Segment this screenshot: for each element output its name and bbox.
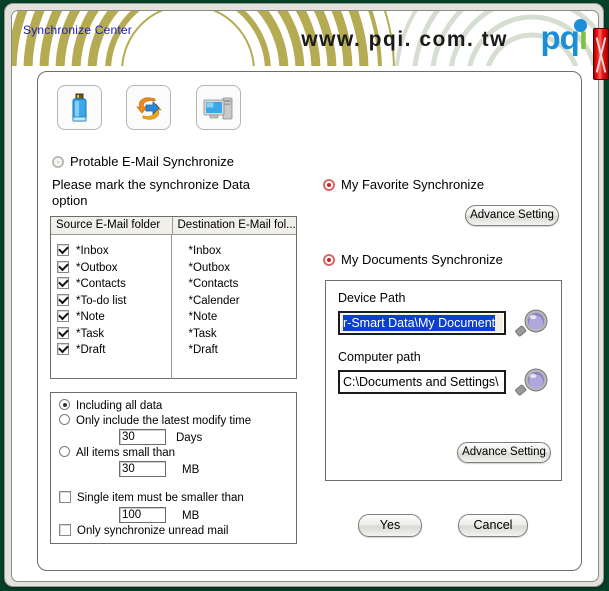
column-header-destination[interactable]: Destination E-Mail fol... bbox=[172, 217, 296, 234]
computer-path-label: Computer path bbox=[338, 350, 421, 364]
unread-only-checkbox[interactable] bbox=[59, 524, 71, 536]
documents-radio[interactable] bbox=[323, 254, 335, 266]
list-item[interactable]: *Task bbox=[57, 326, 171, 343]
my-favorite-sync-option[interactable]: My Favorite Synchronize bbox=[323, 177, 484, 192]
computer-button[interactable] bbox=[196, 85, 241, 130]
size-input[interactable] bbox=[119, 461, 166, 477]
destination-column: *Inbox *Outbox *Contacts *Calender *Note… bbox=[172, 235, 296, 379]
size-unit-label: MB bbox=[182, 464, 200, 476]
portable-email-sync-option[interactable]: Protable E-Mail Synchronize bbox=[52, 154, 234, 169]
source-item-label: *Inbox bbox=[76, 245, 109, 257]
source-item-label: *Note bbox=[76, 311, 105, 323]
computer-path-input[interactable]: C:\Documents and Settings\ bbox=[338, 370, 506, 394]
source-column: *Inbox *Outbox *Contacts *To-do list *No… bbox=[51, 235, 173, 379]
computer-path-browse-icon[interactable] bbox=[512, 367, 552, 399]
main-panel: Protable E-Mail Synchronize Please mark … bbox=[37, 71, 582, 571]
portable-radio[interactable] bbox=[52, 156, 64, 168]
all-items-small-than-label: All items small than bbox=[76, 447, 176, 459]
favorite-radio[interactable] bbox=[323, 179, 335, 191]
list-item[interactable]: *Task bbox=[188, 326, 296, 343]
application-window: Synchronize Center www. pqi. com. tw pqi bbox=[4, 3, 609, 587]
filter-options-group: Including all data Only include the late… bbox=[50, 392, 297, 544]
source-item-label: *Task bbox=[76, 327, 105, 340]
site-url-text: www. pqi. com. tw bbox=[301, 28, 508, 51]
device-path-input[interactable]: r-Smart Data\My Document bbox=[338, 311, 506, 335]
latest-modify-time-label: Only include the latest modify time bbox=[76, 415, 252, 427]
documents-option-label: My Documents Synchronize bbox=[341, 252, 503, 267]
option-all-items-small-than[interactable]: All items small than bbox=[59, 446, 175, 459]
days-unit-label: Days bbox=[176, 432, 203, 444]
list-item[interactable]: *Calender bbox=[188, 293, 296, 310]
source-checkbox[interactable] bbox=[57, 326, 69, 339]
app-title: Synchronize Center bbox=[23, 23, 132, 37]
advance-setting-bottom-button[interactable]: Advance Setting bbox=[457, 442, 551, 463]
source-item-label: *To-do list bbox=[76, 294, 127, 307]
source-checkbox[interactable] bbox=[57, 277, 69, 289]
unread-only-label: Only synchronize unread mail bbox=[77, 525, 229, 537]
list-item[interactable]: *Outbox bbox=[57, 260, 171, 277]
option-unread-only[interactable]: Only synchronize unread mail bbox=[59, 524, 229, 537]
list-item[interactable]: *Contacts bbox=[57, 276, 171, 293]
source-checkbox[interactable] bbox=[57, 293, 69, 306]
usb-drive-icon bbox=[72, 93, 86, 121]
list-item[interactable]: *Inbox bbox=[188, 243, 296, 260]
device-button[interactable] bbox=[57, 85, 102, 130]
logo-dot-icon bbox=[574, 19, 587, 32]
list-item[interactable]: *Outbox bbox=[188, 260, 296, 277]
favorite-option-label: My Favorite Synchronize bbox=[341, 177, 485, 192]
synchronize-button[interactable] bbox=[126, 85, 171, 130]
instruction-text: Please mark the synchronize Data option bbox=[52, 177, 250, 209]
list-item[interactable]: *Note bbox=[57, 309, 171, 326]
latest-modify-time-radio[interactable] bbox=[59, 414, 70, 425]
including-all-data-label: Including all data bbox=[76, 400, 163, 412]
all-items-small-than-radio[interactable] bbox=[59, 446, 70, 457]
device-path-browse-icon[interactable] bbox=[512, 308, 552, 340]
folder-table: Source E-Mail folder Destination E-Mail … bbox=[50, 216, 297, 379]
option-including-all-data[interactable]: Including all data bbox=[59, 399, 162, 412]
advance-setting-top-button[interactable]: Advance Setting bbox=[465, 205, 559, 226]
column-header-source[interactable]: Source E-Mail folder bbox=[51, 217, 173, 234]
portable-option-label: Protable E-Mail Synchronize bbox=[70, 154, 235, 169]
list-item[interactable]: *Contacts bbox=[188, 276, 296, 293]
including-all-data-radio[interactable] bbox=[59, 399, 70, 410]
my-documents-sync-option[interactable]: My Documents Synchronize bbox=[323, 252, 503, 267]
close-window-button[interactable] bbox=[593, 28, 609, 80]
source-checkbox[interactable] bbox=[57, 260, 69, 273]
source-checkbox[interactable] bbox=[57, 244, 69, 256]
source-item-label: *Contacts bbox=[76, 278, 126, 290]
device-path-label: Device Path bbox=[338, 291, 406, 305]
yes-button[interactable]: Yes bbox=[358, 514, 422, 537]
table-header-row: Source E-Mail folder Destination E-Mail … bbox=[51, 217, 296, 235]
list-item[interactable]: *To-do list bbox=[57, 293, 171, 310]
source-checkbox[interactable] bbox=[57, 310, 69, 322]
path-settings-group: Device Path r-Smart Data\My Document Com… bbox=[325, 280, 562, 481]
single-item-unit-label: MB bbox=[182, 510, 200, 522]
single-item-size-input[interactable] bbox=[119, 507, 166, 523]
list-item[interactable]: *Inbox bbox=[57, 243, 171, 260]
source-item-label: *Draft bbox=[76, 344, 106, 356]
list-item[interactable]: *Note bbox=[188, 309, 296, 326]
source-item-label: *Outbox bbox=[76, 261, 118, 274]
device-path-value: r-Smart Data\My Document bbox=[343, 315, 496, 331]
header-banner: Synchronize Center www. pqi. com. tw pqi bbox=[12, 11, 598, 66]
computer-icon bbox=[203, 97, 232, 119]
single-item-label: Single item must be smaller than bbox=[77, 492, 244, 504]
list-item[interactable]: *Draft bbox=[57, 342, 171, 359]
source-checkbox[interactable] bbox=[57, 343, 69, 355]
window-content-area: Synchronize Center www. pqi. com. tw pqi bbox=[11, 10, 599, 582]
list-item[interactable]: *Draft bbox=[188, 342, 296, 359]
days-input[interactable] bbox=[119, 429, 166, 445]
single-item-checkbox[interactable] bbox=[59, 491, 71, 503]
option-single-item-smaller[interactable]: Single item must be smaller than bbox=[59, 491, 244, 504]
option-latest-modify-time[interactable]: Only include the latest modify time bbox=[59, 414, 251, 427]
sync-arrows-icon bbox=[135, 97, 162, 119]
table-body: *Inbox *Outbox *Contacts *To-do list *No… bbox=[51, 235, 296, 379]
cancel-button[interactable]: Cancel bbox=[458, 514, 528, 537]
